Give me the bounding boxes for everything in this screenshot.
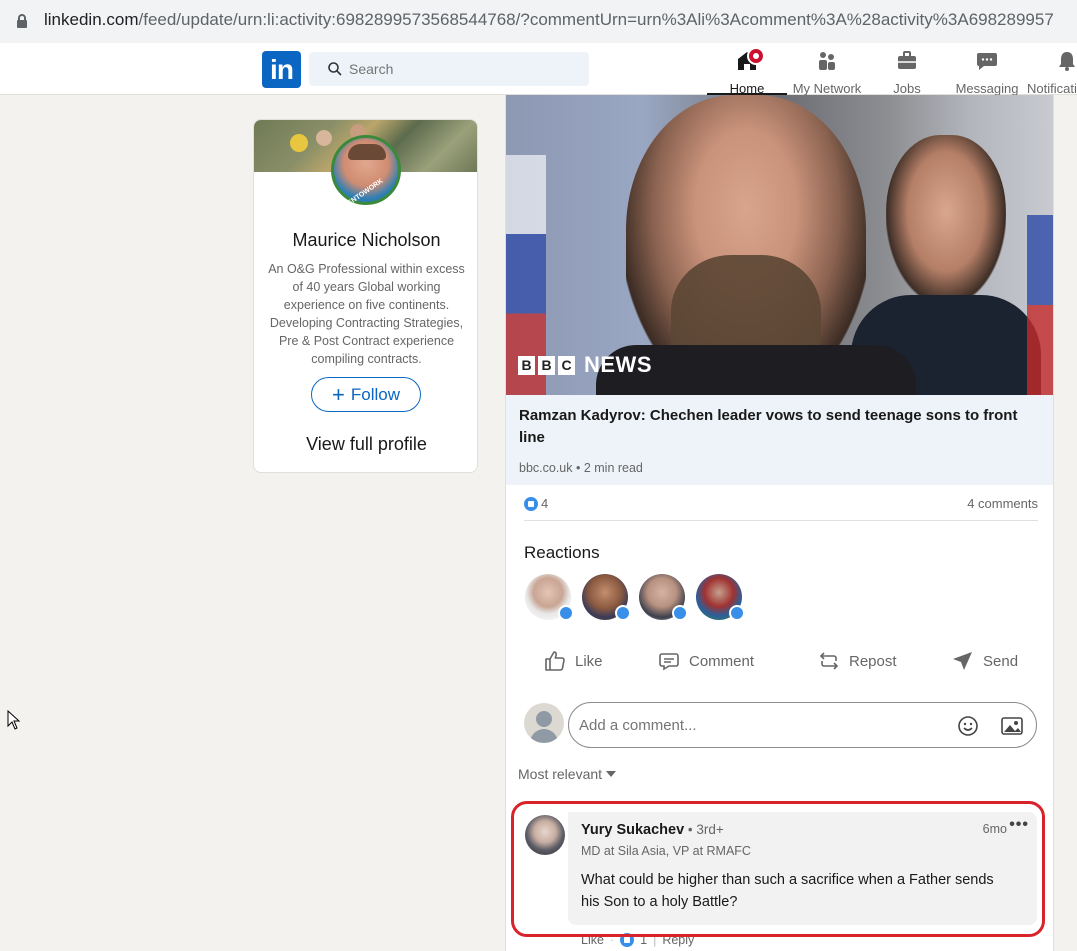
open-to-work-frame-text: #OPENTOWORK <box>335 177 385 216</box>
linkedin-header: in Home My Network Jobs Me <box>0 43 1077 96</box>
like-reaction-icon <box>524 496 538 511</box>
article-source: bbc.co.uk • 2 min read <box>519 461 643 475</box>
comment-sort-dropdown[interactable]: Most relevant <box>518 766 617 782</box>
reactions-heading: Reactions <box>524 543 600 562</box>
article-title[interactable]: Ramzan Kadyrov: Chechen leader vows to s… <box>519 405 1019 449</box>
network-icon <box>819 52 835 70</box>
article-link-card[interactable]: Ramzan Kadyrov: Chechen leader vows to s… <box>506 395 1053 485</box>
nav-notifications[interactable]: Notifications <box>1027 47 1077 96</box>
sort-label: Most relevant <box>518 766 603 782</box>
post-action-bar: Like Comment Repost Send <box>506 643 1053 685</box>
send-button[interactable]: Send <box>951 649 1018 673</box>
like-reaction-icon <box>672 605 688 621</box>
reactor-avatar[interactable] <box>696 574 745 621</box>
comment-input[interactable] <box>579 703 939 747</box>
nav-home-label: Home <box>729 81 765 96</box>
author-profile-card: #OPENTOWORK Maurice Nicholson An O&G Pro… <box>253 119 478 473</box>
profile-avatar[interactable]: #OPENTOWORK <box>331 135 401 215</box>
url-path: /feed/update/urn:li:activity:69828995735… <box>138 10 1054 29</box>
reactor-avatar[interactable] <box>525 574 574 621</box>
comment-highlight-annotation <box>511 801 1045 937</box>
notification-badge <box>747 47 765 65</box>
nav-jobs[interactable]: Jobs <box>872 47 942 96</box>
like-reaction-icon <box>615 605 631 621</box>
comment-icon <box>659 653 679 671</box>
bbc-news-logo: B B C NEWS <box>518 352 652 378</box>
profile-name[interactable]: Maurice Nicholson <box>254 230 477 251</box>
nav-messaging-label: Messaging <box>955 81 1019 96</box>
reactor-avatar[interactable] <box>639 574 688 621</box>
add-comment-box[interactable] <box>568 702 1037 748</box>
emoji-icon[interactable] <box>956 714 980 738</box>
reaction-count[interactable]: 4 <box>524 496 548 511</box>
view-full-profile-link[interactable]: View full profile <box>254 434 477 455</box>
send-icon <box>953 652 972 670</box>
search-box[interactable] <box>309 52 589 86</box>
plus-icon: + <box>332 382 345 407</box>
image-icon[interactable] <box>1000 714 1024 738</box>
comment-button[interactable]: Comment <box>657 649 754 673</box>
repost-icon <box>819 652 839 670</box>
profile-headline: An O&G Professional within excess of 40 … <box>268 262 465 366</box>
repost-button[interactable]: Repost <box>817 649 897 673</box>
nav-notifications-label: Notifications <box>1027 81 1077 96</box>
like-reaction-icon <box>729 605 745 621</box>
comment-count[interactable]: 4 comments <box>967 496 1038 511</box>
like-button[interactable]: Like <box>543 649 603 673</box>
reactor-avatar[interactable] <box>582 574 631 621</box>
social-counts: 4 4 comments <box>524 493 1038 521</box>
bell-icon <box>1059 52 1075 71</box>
follow-button[interactable]: + Follow <box>311 377 421 412</box>
caret-down-icon <box>606 771 617 777</box>
messaging-icon <box>977 53 997 70</box>
search-icon <box>328 62 342 76</box>
current-user-avatar[interactable] <box>524 703 564 743</box>
search-input[interactable] <box>349 52 579 86</box>
lock-icon <box>17 14 27 28</box>
nav-jobs-label: Jobs <box>893 81 921 96</box>
nav-home[interactable]: Home <box>707 47 787 96</box>
linkedin-logo[interactable]: in <box>262 51 301 88</box>
url-host: linkedin.com <box>44 10 139 29</box>
like-reaction-icon <box>558 605 574 621</box>
follow-label: Follow <box>350 385 400 404</box>
nav-my-network[interactable]: My Network <box>787 47 867 96</box>
browser-address-bar[interactable]: linkedin.com/feed/update/urn:li:activity… <box>0 0 1077 42</box>
thumbs-up-icon <box>545 651 565 671</box>
nav-network-label: My Network <box>792 81 862 96</box>
nav-messaging[interactable]: Messaging <box>947 47 1027 96</box>
mouse-cursor-icon <box>7 710 21 730</box>
article-image[interactable]: B B C NEWS <box>506 95 1053 395</box>
address-url[interactable]: linkedin.com/feed/update/urn:li:activity… <box>44 10 1077 30</box>
briefcase-icon <box>898 51 916 69</box>
